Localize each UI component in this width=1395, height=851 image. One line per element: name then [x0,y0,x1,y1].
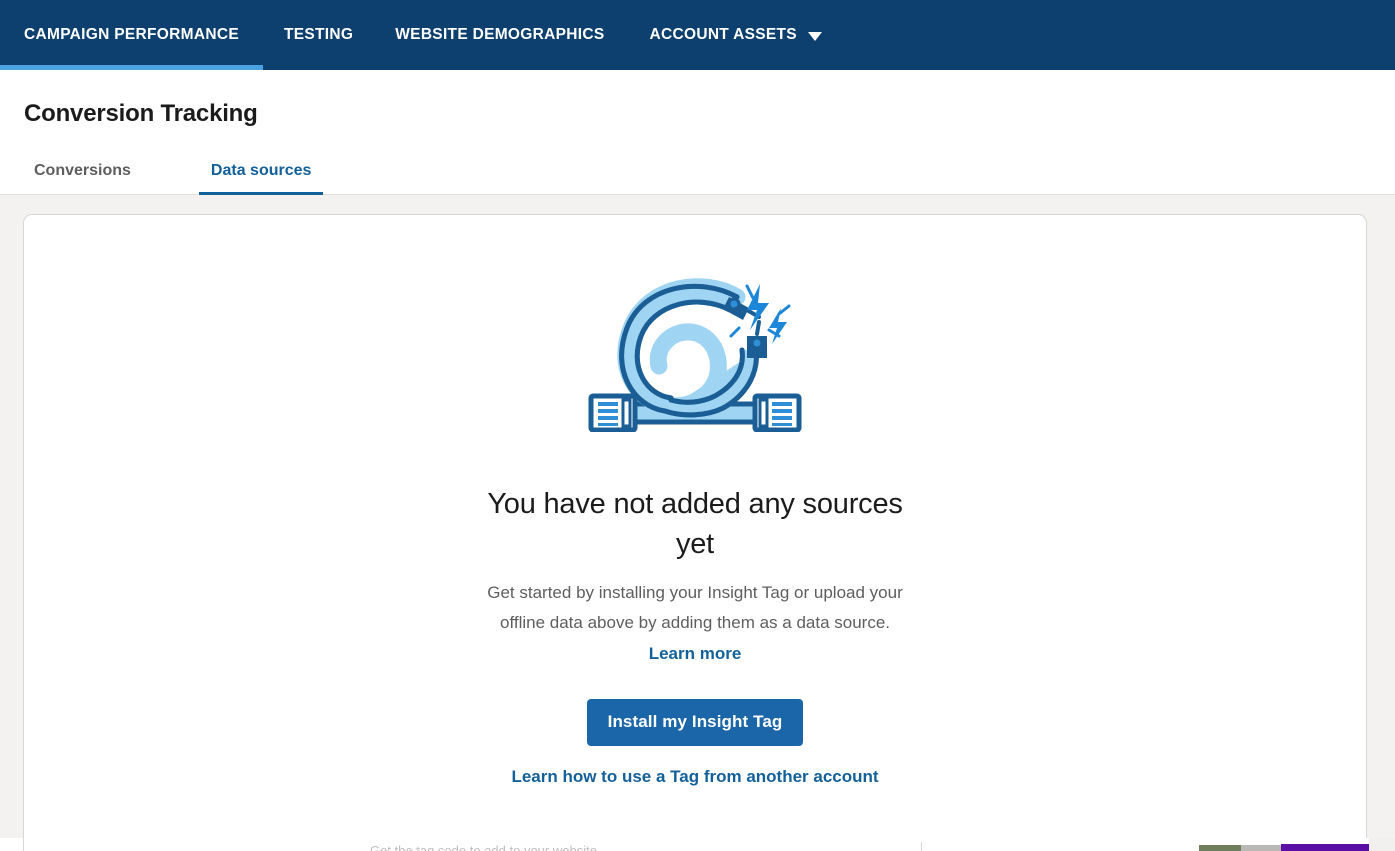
tab-conversions[interactable]: Conversions [22,162,143,194]
nav-item-testing[interactable]: TESTING [263,0,374,70]
data-sources-card: You have not added any sources yet Get s… [23,214,1367,851]
tab-label: Conversions [34,162,131,179]
page-header: Conversion Tracking [0,70,1395,128]
global-nav-items: CAMPAIGN PERFORMANCE TESTING WEBSITE DEM… [0,0,846,70]
tag-code-tagline: Get the tag code to add to your website [370,843,597,851]
nav-item-label: TESTING [283,26,354,43]
global-navigation-bar: CAMPAIGN PERFORMANCE TESTING WEBSITE DEM… [0,0,1395,70]
content-area: You have not added any sources yet Get s… [0,195,1395,851]
strip-right-padding [1369,838,1395,851]
nav-item-campaign-performance[interactable]: CAMPAIGN PERFORMANCE [0,0,263,70]
subtab-bar: Conversions Data sources [0,128,1395,195]
page-title: Conversion Tracking [24,100,258,127]
nav-active-indicator [0,65,263,70]
subtab-list: Conversions Data sources [22,162,1395,195]
chevron-down-icon [807,31,822,41]
empty-state-description: Get started by installing your Insight T… [480,578,910,669]
empty-state-description-text: Get started by installing your Insight T… [487,583,903,633]
strip-thumbnail-b [1241,845,1281,851]
card-left-edge [23,838,24,851]
nav-item-label: ACCOUNT ASSETS [649,26,797,43]
tab-active-indicator [198,192,324,195]
tab-data-sources[interactable]: Data sources [198,162,324,195]
clipped-bottom-strip: Get the tag code to add to your website [0,838,1395,851]
nav-item-label: CAMPAIGN PERFORMANCE [24,26,239,43]
empty-state-title: You have not added any sources yet [487,488,903,561]
use-tag-from-another-account-link[interactable]: Learn how to use a Tag from another acco… [480,767,910,787]
tab-label: Data sources [210,162,312,179]
strip-accent-bar [1281,844,1369,851]
empty-state: You have not added any sources yet Get s… [480,215,910,787]
nav-item-website-demographics[interactable]: WEBSITE DEMOGRAPHICS [374,0,625,70]
strip-thumbnail-a [1199,845,1241,851]
learn-more-link[interactable]: Learn more [649,644,742,663]
strip-divider [921,842,922,851]
install-insight-tag-button[interactable]: Install my Insight Tag [586,698,804,746]
disconnected-cable-icon [480,270,910,432]
nav-item-label: WEBSITE DEMOGRAPHICS [395,26,605,43]
nav-item-account-assets[interactable]: ACCOUNT ASSETS [625,0,845,70]
